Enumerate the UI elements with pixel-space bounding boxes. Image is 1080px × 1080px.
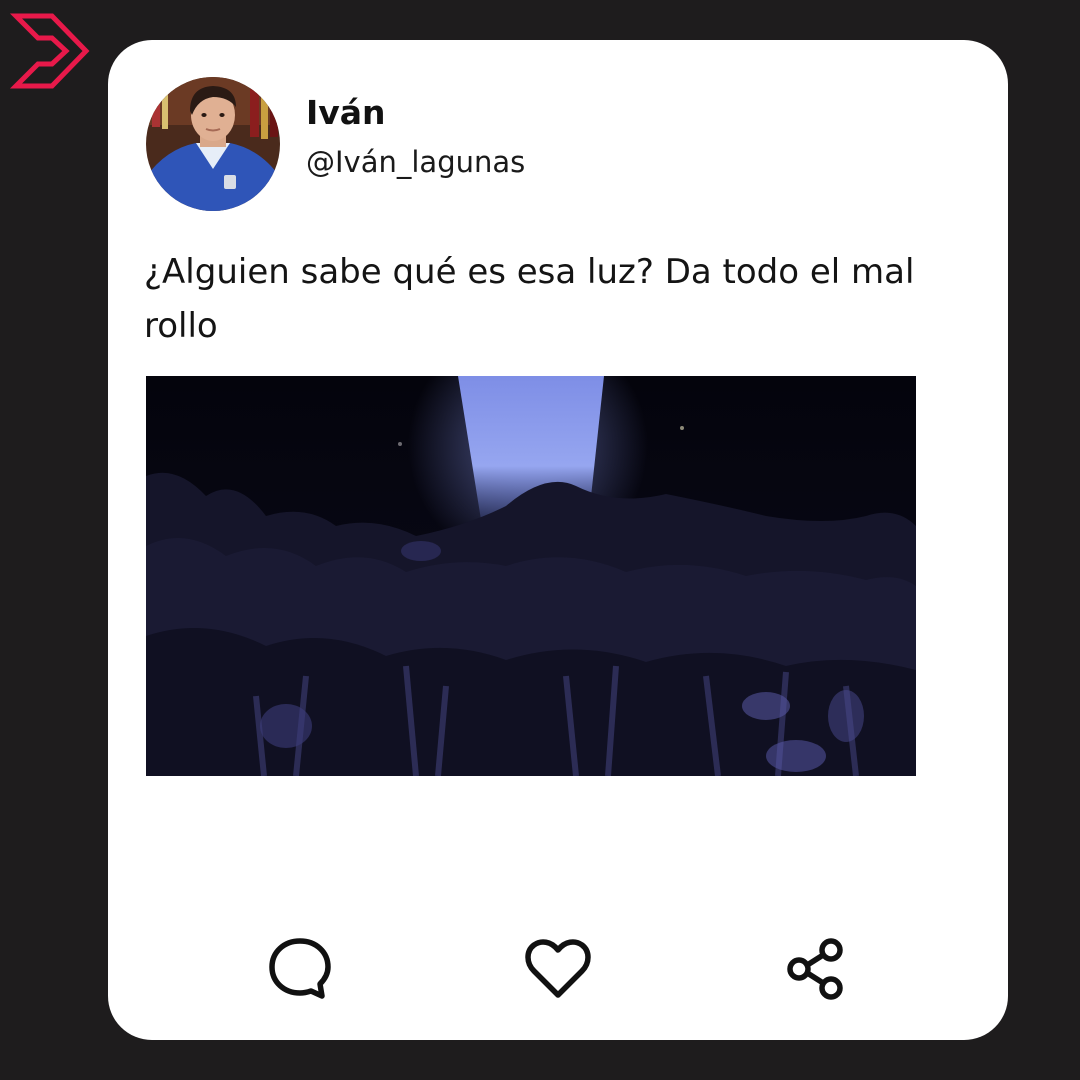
avatar[interactable] [146, 77, 280, 211]
reply-button[interactable] [264, 933, 336, 1005]
heart-icon [525, 939, 591, 998]
user-handle[interactable]: @Iván_lagunas [306, 148, 525, 177]
comment-bubble-icon [269, 938, 331, 999]
post-media-image[interactable] [146, 376, 916, 776]
post-graphic: Iván @Iván_lagunas ¿Alguien sabe qué es … [0, 0, 1080, 1080]
display-name[interactable]: Iván [306, 96, 386, 129]
post-text: ¿Alguien sabe qué es esa luz? Da todo el… [144, 252, 915, 346]
post-card: Iván @Iván_lagunas ¿Alguien sabe qué es … [108, 40, 1008, 1040]
share-nodes-icon [787, 938, 843, 1000]
brand-logo-icon [8, 8, 94, 94]
share-button[interactable] [780, 933, 852, 1005]
like-button[interactable] [522, 933, 594, 1005]
